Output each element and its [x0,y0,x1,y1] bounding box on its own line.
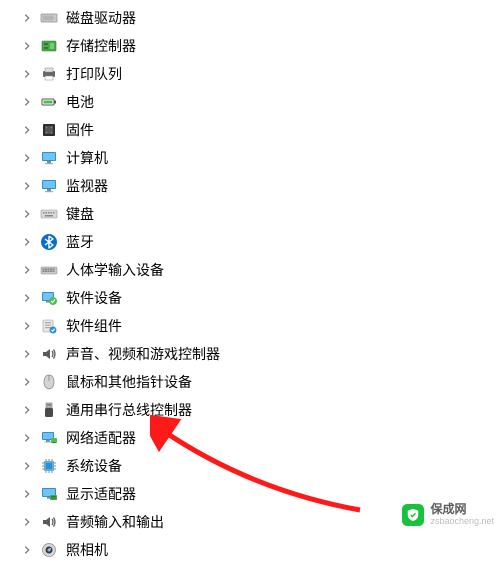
audio-icon [40,513,58,531]
tree-item-network-adapters[interactable]: 网络适配器 [20,424,500,452]
chevron-right-icon[interactable] [20,67,34,81]
chevron-right-icon[interactable] [20,487,34,501]
chevron-right-icon[interactable] [20,431,34,445]
chevron-right-icon[interactable] [20,347,34,361]
tree-item-system-devices[interactable]: 系统设备 [20,452,500,480]
tree-item-label: 音频输入和输出 [66,508,164,536]
tree-item-keyboards[interactable]: 键盘 [20,200,500,228]
tree-item-label: 网络适配器 [66,424,136,452]
hid-icon [40,261,58,279]
tree-item-print-queues[interactable]: 打印队列 [20,60,500,88]
camera-icon [40,541,58,559]
chevron-right-icon[interactable] [20,39,34,53]
keyboard-icon [40,205,58,223]
tree-item-label: 存储控制器 [66,32,136,60]
chevron-right-icon[interactable] [20,11,34,25]
chevron-right-icon[interactable] [20,123,34,137]
usb-icon [40,401,58,419]
tree-item-firmware[interactable]: 固件 [20,116,500,144]
chevron-right-icon[interactable] [20,375,34,389]
watermark-url: zsbaocheng.net [430,517,494,526]
monitor-icon [40,177,58,195]
hdd-icon [40,9,58,27]
chevron-right-icon[interactable] [20,291,34,305]
tree-item-usb-controllers[interactable]: 通用串行总线控制器 [20,396,500,424]
firmware-icon [40,121,58,139]
tree-item-label: 固件 [66,116,94,144]
chevron-right-icon[interactable] [20,95,34,109]
software-component-icon [40,317,58,335]
chevron-right-icon[interactable] [20,263,34,277]
printer-icon [40,65,58,83]
tree-item-label: 人体学输入设备 [66,256,164,284]
chevron-right-icon[interactable] [20,459,34,473]
tree-item-bluetooth[interactable]: 蓝牙 [20,228,500,256]
tree-item-label: 蓝牙 [66,228,94,256]
tree-item-sound-video-game[interactable]: 声音、视频和游戏控制器 [20,340,500,368]
network-icon [40,429,58,447]
tree-item-label: 打印队列 [66,60,122,88]
chevron-right-icon[interactable] [20,235,34,249]
chevron-right-icon[interactable] [20,319,34,333]
tree-item-storage-controllers[interactable]: 存储控制器 [20,32,500,60]
tree-item-monitors[interactable]: 监视器 [20,172,500,200]
monitor-icon [40,149,58,167]
chevron-right-icon[interactable] [20,543,34,557]
tree-item-label: 键盘 [66,200,94,228]
tree-item-label: 鼠标和其他指针设备 [66,368,192,396]
tree-item-label: 电池 [66,88,94,116]
tree-item-label: 声音、视频和游戏控制器 [66,340,220,368]
tree-item-label: 软件设备 [66,284,122,312]
tree-item-software-devices[interactable]: 软件设备 [20,284,500,312]
chevron-right-icon[interactable] [20,151,34,165]
tree-item-label: 软件组件 [66,312,122,340]
software-device-icon [40,289,58,307]
chip-icon [40,457,58,475]
watermark-brand: 保成网 [430,503,494,515]
storage-controller-icon [40,37,58,55]
battery-icon [40,93,58,111]
tree-item-computer[interactable]: 计算机 [20,144,500,172]
watermark: 保成网 zsbaocheng.net [402,503,494,526]
chevron-right-icon[interactable] [20,515,34,529]
tree-item-label: 显示适配器 [66,480,136,508]
tree-item-cameras[interactable]: 照相机 [20,536,500,564]
chevron-right-icon[interactable] [20,207,34,221]
chevron-right-icon[interactable] [20,403,34,417]
tree-item-mouse-pointer[interactable]: 鼠标和其他指针设备 [20,368,500,396]
tree-item-label: 监视器 [66,172,108,200]
audio-icon [40,345,58,363]
tree-item-disk-drives[interactable]: 磁盘驱动器 [20,4,500,32]
display-adapter-icon [40,485,58,503]
watermark-shield-icon [402,504,424,526]
tree-item-label: 通用串行总线控制器 [66,396,192,424]
device-manager-tree: 磁盘驱动器存储控制器打印队列电池固件计算机监视器键盘蓝牙人体学输入设备软件设备软… [0,0,500,564]
tree-item-hid[interactable]: 人体学输入设备 [20,256,500,284]
tree-item-batteries[interactable]: 电池 [20,88,500,116]
mouse-icon [40,373,58,391]
tree-item-label: 磁盘驱动器 [66,4,136,32]
tree-item-label: 照相机 [66,536,108,564]
chevron-right-icon[interactable] [20,179,34,193]
tree-item-software-components[interactable]: 软件组件 [20,312,500,340]
bluetooth-icon [40,233,58,251]
tree-item-label: 计算机 [66,144,108,172]
tree-item-label: 系统设备 [66,452,122,480]
